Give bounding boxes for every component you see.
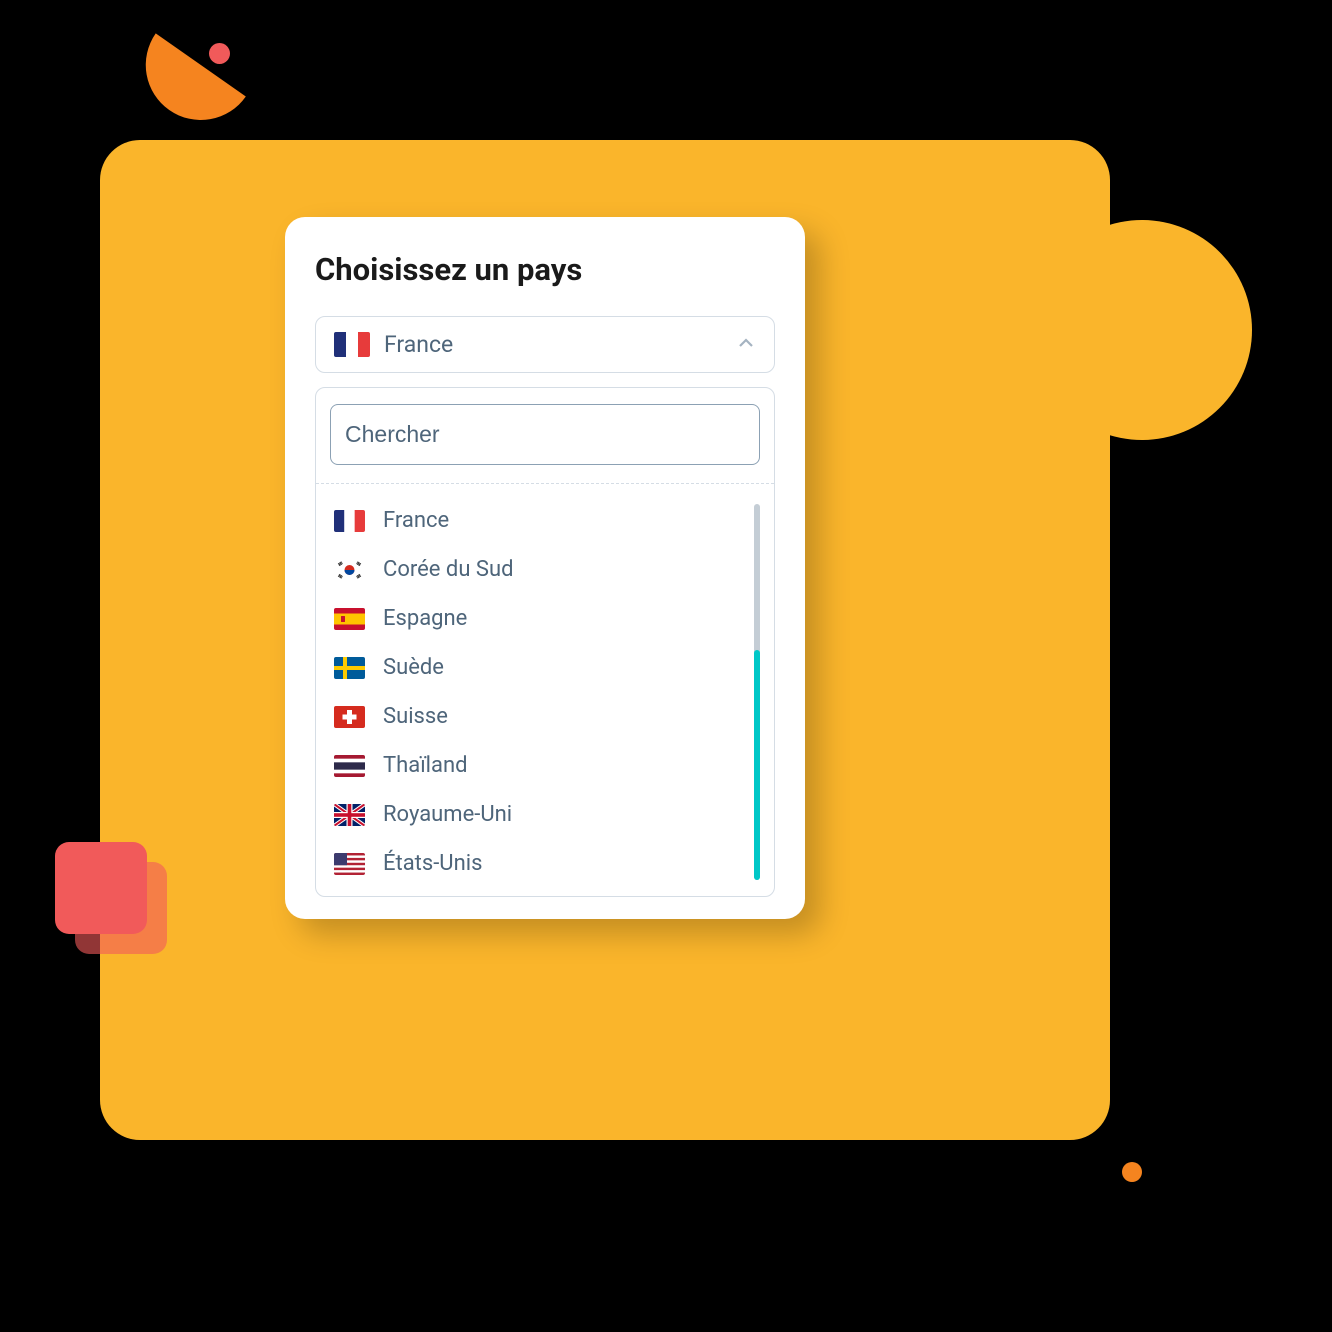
- country-option-france[interactable]: France: [330, 496, 742, 545]
- chevron-up-icon: [736, 333, 756, 357]
- flag-switzerland-icon: [334, 706, 365, 728]
- search-input[interactable]: [330, 404, 760, 465]
- country-option-label: Royaume-Uni: [383, 802, 512, 827]
- card-title: Choisissez un pays: [315, 251, 775, 288]
- country-option-label: Espagne: [383, 606, 467, 631]
- flag-thailand-icon: [334, 755, 365, 777]
- decorative-square-overlay: [75, 862, 167, 954]
- selected-country-label: France: [384, 331, 722, 358]
- country-option-label: France: [383, 508, 449, 533]
- flag-uk-icon: [334, 804, 365, 826]
- country-option-label: Suisse: [383, 704, 448, 729]
- country-option-sweden[interactable]: Suède: [330, 643, 742, 692]
- flag-usa-icon: [334, 853, 365, 875]
- decorative-dot: [209, 43, 230, 64]
- country-option-usa[interactable]: États-Unis: [330, 839, 742, 888]
- country-option-switzerland[interactable]: Suisse: [330, 692, 742, 741]
- flag-france-icon: [334, 332, 370, 357]
- flag-spain-icon: [334, 608, 365, 630]
- dropdown-divider: [316, 483, 774, 484]
- country-option-korea[interactable]: Corée du Sud: [330, 545, 742, 594]
- country-option-uk[interactable]: Royaume-Uni: [330, 790, 742, 839]
- flag-france-icon: [334, 510, 365, 532]
- country-options-list: France Corée du Sud Espagne Suède: [330, 496, 760, 888]
- flag-korea-icon: [334, 559, 365, 581]
- country-dropdown: France Corée du Sud Espagne Suède: [315, 387, 775, 897]
- country-option-thailand[interactable]: Thaïland: [330, 741, 742, 790]
- country-option-label: Suède: [383, 655, 444, 680]
- scrollbar-thumb[interactable]: [754, 650, 760, 880]
- country-option-label: Thaïland: [383, 753, 468, 778]
- flag-sweden-icon: [334, 657, 365, 679]
- country-selector-card: Choisissez un pays France France Corée: [285, 217, 805, 919]
- decorative-dot: [1122, 1162, 1142, 1182]
- country-select[interactable]: France: [315, 316, 775, 373]
- country-option-spain[interactable]: Espagne: [330, 594, 742, 643]
- country-option-label: États-Unis: [383, 851, 482, 876]
- country-option-label: Corée du Sud: [383, 557, 514, 582]
